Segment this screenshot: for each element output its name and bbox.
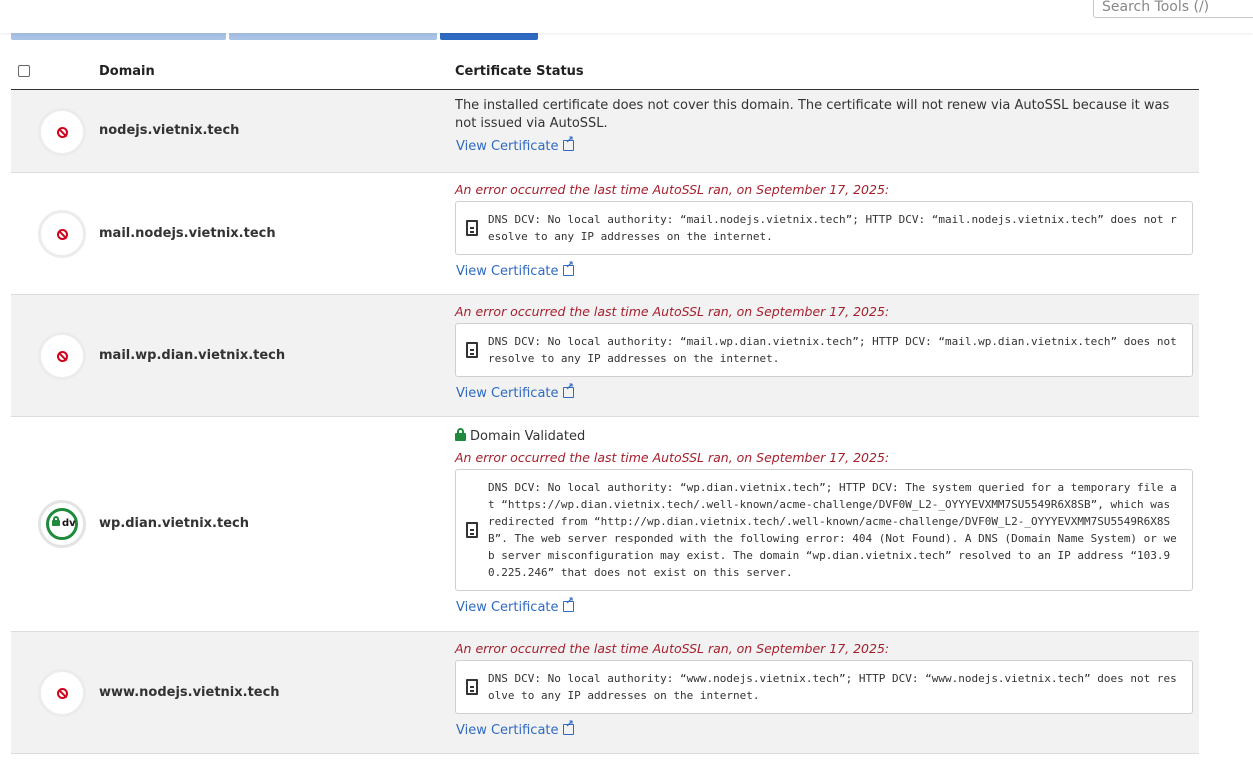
autossl-error-title: An error occurred the last time AutoSSL … bbox=[455, 450, 890, 465]
certificate-status: An error occurred the last time AutoSSL … bbox=[455, 304, 1193, 402]
external-link-icon bbox=[562, 382, 574, 398]
certificate-status: The installed certificate does not cover… bbox=[455, 97, 1193, 155]
external-link-icon bbox=[562, 719, 574, 735]
error-detail-box: DNS DCV: No local authority: “www.nodejs… bbox=[455, 660, 1193, 714]
error-detail-text: DNS DCV: No local authority: “mail.nodej… bbox=[488, 213, 1177, 243]
table-row: dv wp.dian.vietnix.tech Domain Validated… bbox=[11, 417, 1199, 632]
external-link-icon bbox=[562, 135, 574, 151]
autossl-error-title: An error occurred the last time AutoSSL … bbox=[455, 182, 890, 197]
tab-2[interactable] bbox=[229, 33, 437, 40]
error-detail-box: DNS DCV: No local authority: “mail.wp.di… bbox=[455, 323, 1193, 377]
domain-name: wp.dian.vietnix.tech bbox=[99, 516, 249, 531]
certificate-status: Domain Validated An error occurred the l… bbox=[455, 428, 1193, 616]
autossl-error-title: An error occurred the last time AutoSSL … bbox=[455, 304, 890, 319]
status-badge bbox=[38, 210, 86, 258]
search-tools-input[interactable]: Search Tools (/) bbox=[1093, 0, 1253, 18]
table-row: mail.wp.dian.vietnix.tech An error occur… bbox=[11, 295, 1199, 417]
select-all-checkbox[interactable] bbox=[18, 65, 30, 77]
error-detail-text: DNS DCV: No local authority: “www.nodejs… bbox=[488, 672, 1177, 702]
lock-icon bbox=[52, 516, 60, 526]
certificate-status-column-header[interactable]: Certificate Status bbox=[455, 64, 584, 79]
view-certificate-link[interactable]: View Certificate bbox=[456, 135, 574, 154]
view-certificate-link[interactable]: View Certificate bbox=[456, 382, 574, 401]
document-icon bbox=[466, 220, 478, 236]
domain-name: mail.nodejs.vietnix.tech bbox=[99, 226, 276, 241]
lock-icon bbox=[455, 428, 466, 441]
document-icon bbox=[466, 679, 478, 695]
table-row: www.nodejs.vietnix.tech An error occurre… bbox=[11, 632, 1199, 754]
top-bar: Search Tools (/) bbox=[0, 0, 1253, 33]
tab-strip bbox=[0, 33, 600, 41]
domain-name: mail.wp.dian.vietnix.tech bbox=[99, 348, 286, 363]
view-certificate-link[interactable]: View Certificate bbox=[456, 260, 574, 279]
table-header: Domain Certificate Status bbox=[11, 41, 1199, 90]
table-row: nodejs.vietnix.tech The installed certif… bbox=[11, 90, 1199, 173]
autossl-error-title: An error occurred the last time AutoSSL … bbox=[455, 641, 890, 656]
document-icon bbox=[466, 522, 478, 538]
ban-icon bbox=[57, 229, 68, 240]
status-badge bbox=[38, 332, 86, 380]
table-row: mail.nodejs.vietnix.tech An error occurr… bbox=[11, 173, 1199, 295]
ban-icon bbox=[57, 688, 68, 699]
error-detail-box: DNS DCV: No local authority: “wp.dian.vi… bbox=[455, 469, 1193, 591]
ban-icon bbox=[57, 351, 68, 362]
view-certificate-link[interactable]: View Certificate bbox=[456, 719, 574, 738]
domain-column-header[interactable]: Domain bbox=[99, 64, 155, 79]
certificate-status: An error occurred the last time AutoSSL … bbox=[455, 641, 1193, 739]
error-detail-text: DNS DCV: No local authority: “mail.wp.di… bbox=[488, 335, 1177, 365]
status-badge bbox=[38, 669, 86, 717]
domain-name: nodejs.vietnix.tech bbox=[99, 123, 240, 138]
status-message: The installed certificate does not cover… bbox=[455, 98, 1170, 131]
domain-name: www.nodejs.vietnix.tech bbox=[99, 685, 280, 700]
domain-validated-icon: dv bbox=[46, 508, 78, 540]
external-link-icon bbox=[562, 596, 574, 612]
view-certificate-link[interactable]: View Certificate bbox=[456, 596, 574, 615]
status-badge bbox=[38, 108, 86, 156]
external-link-icon bbox=[562, 260, 574, 276]
document-icon bbox=[466, 342, 478, 358]
error-detail-text: DNS DCV: No local authority: “wp.dian.vi… bbox=[488, 481, 1177, 579]
certificate-status: An error occurred the last time AutoSSL … bbox=[455, 182, 1193, 280]
error-detail-box: DNS DCV: No local authority: “mail.nodej… bbox=[455, 201, 1193, 255]
ban-icon bbox=[57, 127, 68, 138]
status-badge: dv bbox=[38, 500, 86, 548]
domains-table: Domain Certificate Status nodejs.vietnix… bbox=[11, 41, 1199, 754]
tab-3-active[interactable] bbox=[440, 33, 538, 40]
domain-validated-label: Domain Validated bbox=[455, 428, 1193, 444]
tab-1[interactable] bbox=[11, 33, 226, 40]
